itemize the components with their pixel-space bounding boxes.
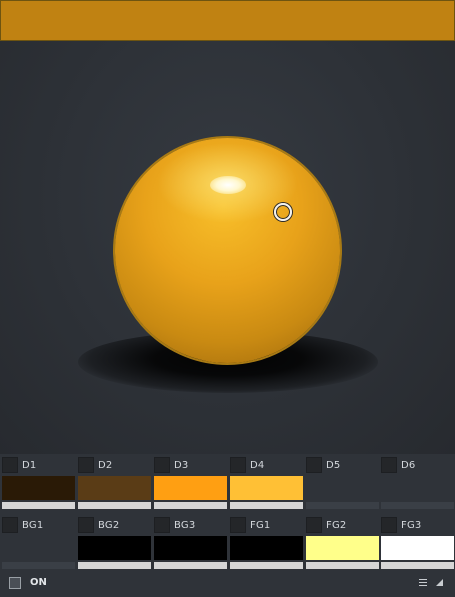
- swatch-color[interactable]: [381, 536, 454, 560]
- swatch-indicator-bar: [306, 562, 379, 569]
- top-color-bar[interactable]: [0, 0, 455, 41]
- swatch-d6[interactable]: D6: [379, 454, 454, 510]
- swatch-color[interactable]: [230, 536, 303, 560]
- swatch-bg3[interactable]: BG3: [152, 514, 227, 570]
- swatch-color[interactable]: [306, 476, 379, 500]
- swatch-label: D2: [98, 460, 113, 471]
- swatch-color[interactable]: [2, 536, 75, 560]
- on-label[interactable]: ON: [30, 577, 47, 588]
- swatch-color[interactable]: [78, 476, 151, 500]
- swatch-fg2[interactable]: FG2: [304, 514, 379, 570]
- swatch-indicator-bar: [230, 562, 303, 569]
- swatch-indicator-bar: [2, 502, 75, 509]
- swatch-checkbox[interactable]: [154, 517, 170, 533]
- swatch-indicator-bar: [78, 562, 151, 569]
- swatch-indicator-bar: [154, 502, 227, 509]
- swatch-checkbox[interactable]: [78, 457, 94, 473]
- swatch-indicator-bar: [230, 502, 303, 509]
- swatch-indicator-bar: [154, 562, 227, 569]
- swatch-indicator-bar: [306, 502, 379, 509]
- swatch-label: D4: [250, 460, 265, 471]
- swatch-checkbox[interactable]: [2, 517, 18, 533]
- swatch-d1[interactable]: D1: [0, 454, 75, 510]
- swatch-label: D3: [174, 460, 189, 471]
- on-checkbox[interactable]: [9, 577, 21, 589]
- swatch-label: D1: [22, 460, 37, 471]
- swatch-checkbox[interactable]: [230, 457, 246, 473]
- swatch-bg2[interactable]: BG2: [76, 514, 151, 570]
- sphere-preview-viewport[interactable]: [0, 41, 455, 454]
- swatch-d5[interactable]: D5: [304, 454, 379, 510]
- swatch-fg3[interactable]: FG3: [379, 514, 454, 570]
- swatch-color[interactable]: [306, 536, 379, 560]
- swatch-indicator-bar: [381, 502, 454, 509]
- swatch-d3[interactable]: D3: [152, 454, 227, 510]
- swatch-label: D6: [401, 460, 416, 471]
- swatch-label: FG2: [326, 520, 347, 531]
- swatch-fg1[interactable]: FG1: [228, 514, 303, 570]
- swatch-label: BG3: [174, 520, 196, 531]
- swatch-panel: D1 D2 D3 D4 D5 D6 BG1 BG2 BG3 FG1 FG2 FG3: [0, 454, 455, 570]
- swatch-color[interactable]: [154, 536, 227, 560]
- swatch-indicator-bar: [381, 562, 454, 569]
- swatch-d4[interactable]: D4: [228, 454, 303, 510]
- swatch-d2[interactable]: D2: [76, 454, 151, 510]
- swatch-label: D5: [326, 460, 341, 471]
- swatch-checkbox[interactable]: [381, 517, 397, 533]
- swatch-label: BG1: [22, 520, 44, 531]
- swatch-label: BG2: [98, 520, 120, 531]
- swatch-checkbox[interactable]: [230, 517, 246, 533]
- swatch-checkbox[interactable]: [2, 457, 18, 473]
- resize-corner-icon[interactable]: [436, 579, 443, 586]
- color-picker-cursor-icon[interactable]: [274, 203, 292, 221]
- bottom-bar: ON: [0, 570, 455, 597]
- swatch-bg1[interactable]: BG1: [0, 514, 75, 570]
- sphere-highlight: [210, 176, 246, 194]
- menu-lines-icon[interactable]: [419, 579, 427, 588]
- swatch-checkbox[interactable]: [306, 517, 322, 533]
- swatch-indicator-bar: [78, 502, 151, 509]
- swatch-color[interactable]: [78, 536, 151, 560]
- swatch-color[interactable]: [230, 476, 303, 500]
- swatch-color[interactable]: [2, 476, 75, 500]
- swatch-checkbox[interactable]: [306, 457, 322, 473]
- sphere-shading: [115, 138, 340, 363]
- swatch-label: FG3: [401, 520, 422, 531]
- swatch-color[interactable]: [381, 476, 454, 500]
- swatch-label: FG1: [250, 520, 271, 531]
- swatch-checkbox[interactable]: [154, 457, 170, 473]
- swatch-checkbox[interactable]: [381, 457, 397, 473]
- preview-sphere[interactable]: [113, 136, 342, 365]
- swatch-checkbox[interactable]: [78, 517, 94, 533]
- swatch-indicator-bar: [2, 562, 75, 569]
- swatch-color[interactable]: [154, 476, 227, 500]
